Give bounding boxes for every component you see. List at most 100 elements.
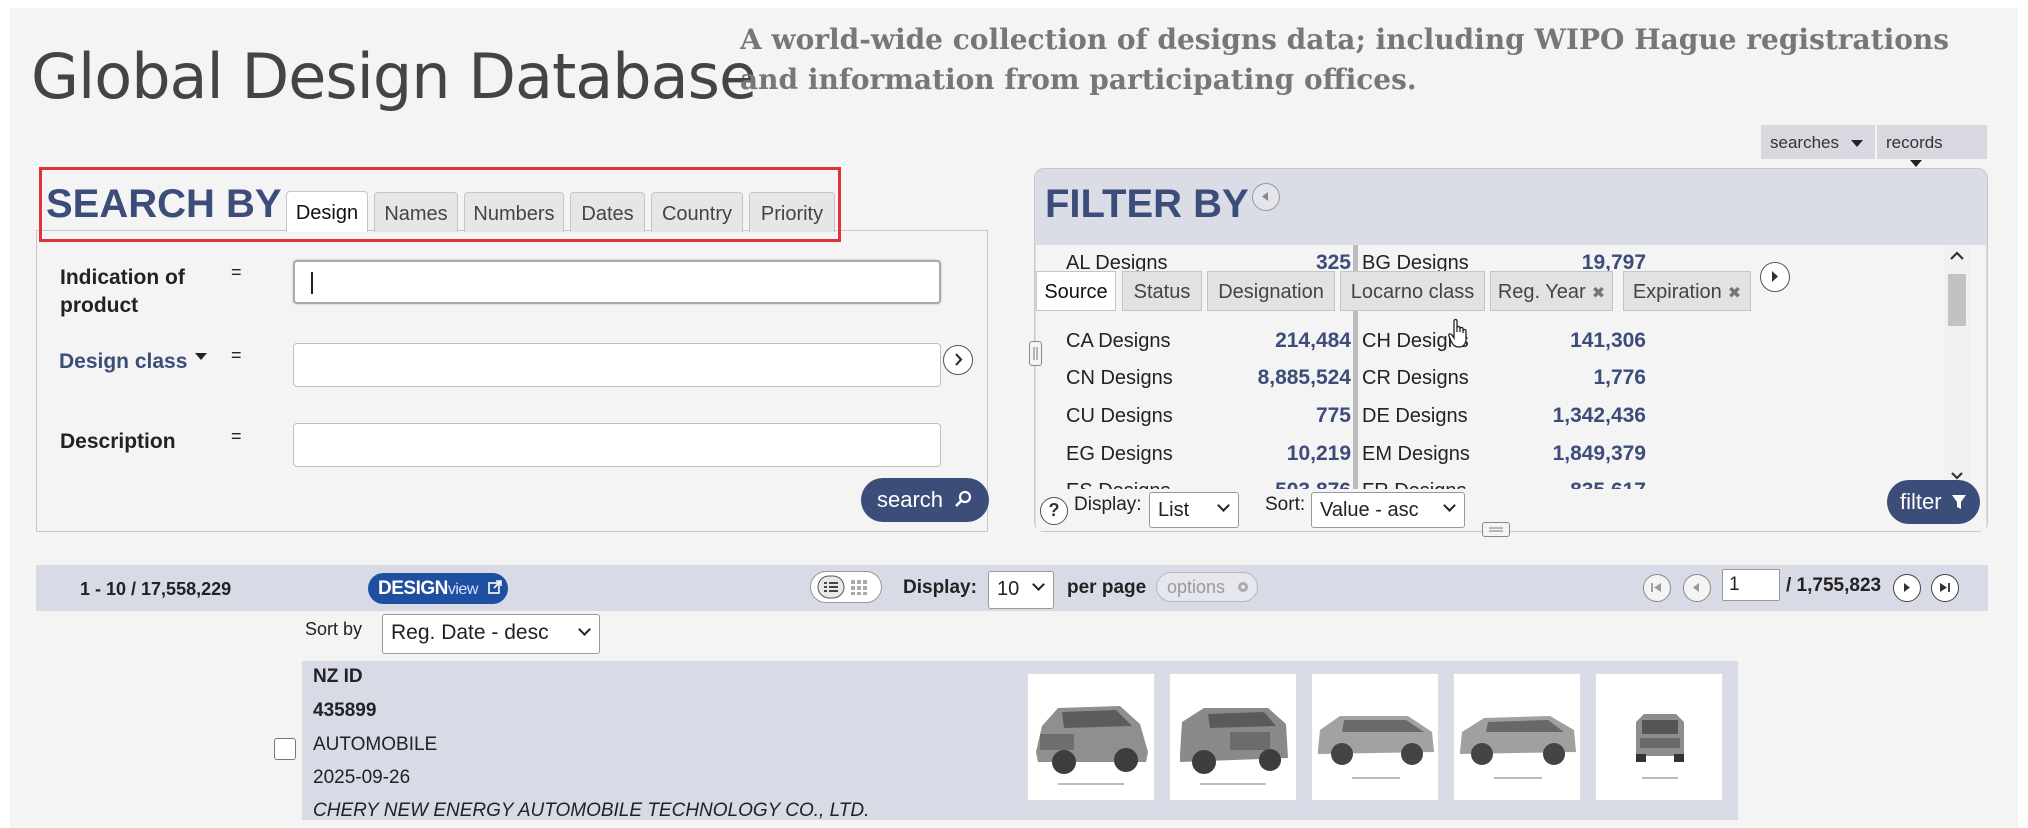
caret-down-icon (195, 352, 208, 360)
chevron-right-icon[interactable] (943, 345, 973, 375)
filter-item[interactable]: CR Designs (1362, 367, 1469, 390)
record-number[interactable]: 435899 (313, 700, 376, 722)
view-toggle[interactable] (810, 571, 882, 603)
filter-item[interactable]: CN Designs (1066, 367, 1173, 390)
sort-label: Sort: (1265, 494, 1306, 515)
filter-count: 835,617 (1496, 479, 1646, 489)
page-number-input[interactable]: 1 (1722, 569, 1780, 601)
chevron-down-icon (578, 623, 591, 636)
search-button-label: search (877, 487, 944, 512)
filter-tab-status[interactable]: Status (1122, 271, 1202, 311)
results-sort-select[interactable]: Reg. Date - desc (382, 614, 600, 654)
design-thumbnail[interactable] (1169, 673, 1297, 801)
design-thumbnail[interactable] (1311, 673, 1439, 801)
records-label: records (1886, 133, 1943, 152)
designview-sublabel: view (447, 581, 479, 598)
filter-tab-reg-year-label: Reg. Year (1497, 281, 1586, 303)
resize-handle-bottom[interactable] (1482, 522, 1510, 537)
record-owner: CHERY NEW ENERGY AUTOMOBILE TECHNOLOGY C… (313, 800, 870, 821)
first-page-icon[interactable] (1643, 574, 1671, 602)
list-view-icon[interactable] (817, 575, 845, 599)
grid-view-icon[interactable] (849, 577, 871, 597)
resize-handle-left[interactable] (1029, 341, 1042, 366)
chevron-down-icon (1443, 499, 1456, 512)
filter-button-label: filter (1900, 489, 1942, 514)
record-date: 2025-09-26 (313, 767, 411, 788)
filter-item[interactable]: CA Designs (1066, 330, 1171, 353)
filter-item[interactable]: DE Designs (1362, 405, 1468, 428)
filter-tab-designation[interactable]: Designation (1207, 271, 1335, 311)
design-thumbnail[interactable] (1453, 673, 1581, 801)
per-page-value: 10 (997, 578, 1020, 600)
help-icon[interactable]: ? (1040, 497, 1068, 525)
design-thumbnail[interactable] (1027, 673, 1155, 801)
external-link-icon (487, 580, 502, 594)
options-label: options (1167, 577, 1226, 597)
chevron-down-icon (1032, 578, 1045, 591)
filter-count: 775 (1315, 404, 1351, 427)
design-thumbnail[interactable] (1595, 673, 1723, 801)
searches-dropdown[interactable]: searches (1761, 125, 1875, 159)
filter-tab-expiration[interactable]: Expiration ✖ (1623, 271, 1751, 311)
close-icon[interactable]: ✖ (1592, 285, 1605, 302)
magnifier-icon (955, 490, 972, 507)
design-class-label-text: Design class (59, 350, 188, 373)
search-button[interactable]: search (861, 478, 990, 522)
filter-count: 503,876 (1201, 479, 1351, 489)
caret-down-icon (1910, 160, 1922, 168)
equals-sign: = (231, 426, 242, 446)
page-title: Global Design Database (31, 40, 757, 113)
sort-by-label: Sort by (305, 619, 363, 639)
filter-tab-source[interactable]: Source (1036, 271, 1116, 311)
indication-of-product-input[interactable] (293, 260, 941, 304)
record-checkbox[interactable] (274, 738, 296, 760)
display-label: Display: (1074, 494, 1142, 515)
filter-item[interactable]: ES Designs (1066, 480, 1171, 489)
per-page-display-label: Display: (903, 577, 977, 598)
chevron-up-icon[interactable] (1944, 246, 1970, 266)
collapse-left-icon[interactable] (1252, 183, 1280, 211)
filter-tab-locarno-class[interactable]: Locarno class (1340, 271, 1485, 311)
filter-tab-reg-year[interactable]: Reg. Year ✖ (1490, 271, 1613, 311)
filter-item[interactable]: FR Designs (1362, 480, 1466, 489)
filter-scrollbar[interactable] (1944, 246, 1970, 486)
sort-select[interactable]: Value - asc (1311, 492, 1465, 528)
results-sort-value: Reg. Date - desc (391, 621, 549, 644)
display-select[interactable]: List (1149, 492, 1239, 528)
per-page-select[interactable]: 10 (988, 571, 1054, 609)
next-tabs-icon[interactable] (1760, 262, 1790, 292)
filter-button[interactable]: filter (1887, 480, 1980, 524)
equals-sign: = (231, 345, 242, 365)
filter-count: 214,484 (1275, 329, 1351, 352)
searches-label: searches (1770, 133, 1839, 152)
equals-sign: = (231, 262, 242, 282)
page-total: / 1,755,823 (1786, 575, 1882, 596)
design-class-input[interactable] (293, 343, 941, 387)
last-page-icon[interactable] (1931, 574, 1959, 602)
filter-item[interactable]: CU Designs (1066, 405, 1173, 428)
per-page-label: per page (1067, 577, 1147, 598)
page-subtitle: A world-wide collection of designs data;… (740, 23, 1950, 96)
designview-label: DESIGN (378, 578, 448, 599)
filter-item[interactable]: EM Designs (1362, 443, 1470, 466)
designview-button[interactable]: DESIGNview (368, 573, 508, 604)
scrollbar-thumb[interactable] (1948, 274, 1966, 326)
records-dropdown[interactable]: records (1877, 125, 1987, 168)
close-icon[interactable]: ✖ (1728, 285, 1741, 302)
filter-count: 1,849,379 (1552, 442, 1646, 465)
record-source: NZ ID (313, 666, 363, 687)
options-button[interactable]: options (1156, 572, 1258, 602)
filter-count: 1,342,436 (1552, 404, 1646, 427)
record-product: AUTOMOBILE (313, 734, 438, 755)
filter-tab-expiration-label: Expiration (1632, 281, 1722, 303)
indication-of-product-label: Indication of product (60, 266, 185, 317)
previous-page-icon[interactable] (1683, 574, 1711, 602)
caret-down-icon (1850, 140, 1863, 148)
next-page-icon[interactable] (1893, 574, 1921, 602)
design-class-label[interactable]: Design class (59, 348, 208, 376)
filter-count: 10,219 (1286, 442, 1351, 465)
description-label: Description (60, 430, 176, 453)
description-input[interactable] (293, 423, 941, 467)
filter-count: 141,306 (1570, 329, 1646, 352)
filter-item[interactable]: EG Designs (1066, 443, 1173, 466)
